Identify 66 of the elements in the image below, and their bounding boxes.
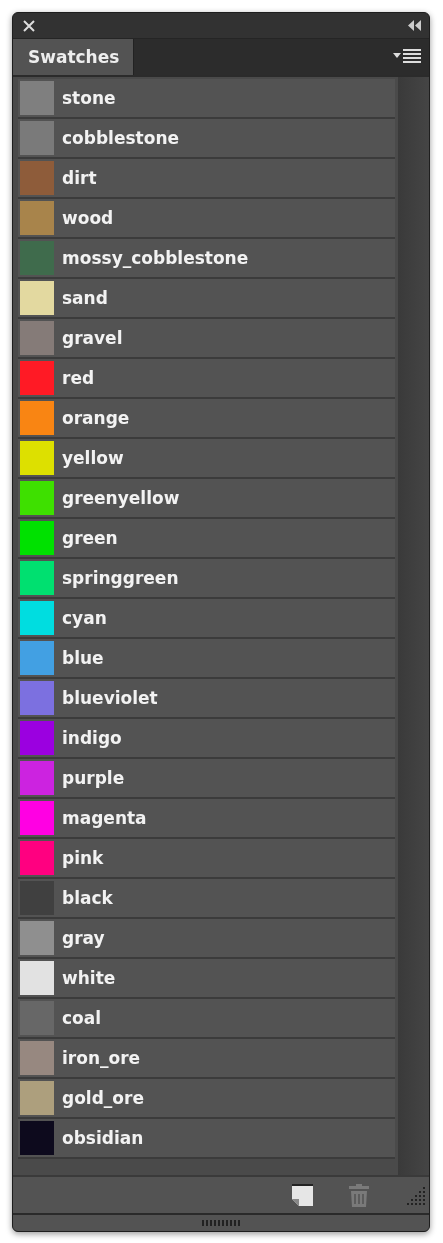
swatch-row[interactable]: coal — [18, 999, 395, 1039]
swatch-row[interactable]: red — [18, 359, 395, 399]
new-swatch-button[interactable] — [292, 1184, 313, 1206]
double-chevron-left-icon — [408, 20, 421, 31]
drag-handle-icon[interactable] — [202, 1220, 240, 1226]
swatch-row[interactable]: blueviolet — [18, 679, 395, 719]
swatch-row[interactable]: gray — [18, 919, 395, 959]
collapse-button[interactable] — [408, 20, 421, 31]
swatch-row[interactable]: orange — [18, 399, 395, 439]
swatch-row[interactable]: obsidian — [18, 1119, 395, 1159]
swatch-name: green — [62, 528, 118, 548]
swatch-name: gray — [62, 928, 105, 948]
swatch-row[interactable]: greenyellow — [18, 479, 395, 519]
swatch-name: wood — [62, 208, 114, 228]
swatch-name: dirt — [62, 168, 97, 188]
swatch-row[interactable]: pink — [18, 839, 395, 879]
swatch-name: orange — [62, 408, 130, 428]
swatch-name: red — [62, 368, 95, 388]
swatch-name: springgreen — [62, 568, 179, 588]
swatch-row[interactable]: mossy_cobblestone — [18, 239, 395, 279]
swatch-name: purple — [62, 768, 125, 788]
swatch-row[interactable]: magenta — [18, 799, 395, 839]
swatch-name: gold_ore — [62, 1088, 144, 1108]
resize-grip-icon[interactable] — [405, 1185, 425, 1205]
swatch-row[interactable]: cobblestone — [18, 119, 395, 159]
swatch-row[interactable]: green — [18, 519, 395, 559]
swatch-row[interactable]: indigo — [18, 719, 395, 759]
swatch-row[interactable]: yellow — [18, 439, 395, 479]
swatch-name: pink — [62, 848, 104, 868]
swatch-name: blue — [62, 648, 104, 668]
swatch-name: mossy_cobblestone — [62, 248, 249, 268]
swatch-name: black — [62, 888, 113, 908]
swatch-row[interactable]: purple — [18, 759, 395, 799]
swatch-name: iron_ore — [62, 1048, 141, 1068]
swatch-row[interactable]: stone — [18, 79, 395, 119]
swatch-name: stone — [62, 88, 116, 108]
swatch-row[interactable]: blue — [18, 639, 395, 679]
swatch-row[interactable]: black — [18, 879, 395, 919]
swatch-name: white — [62, 968, 116, 988]
menu-icon — [393, 49, 421, 65]
swatch-name: cyan — [62, 608, 107, 628]
swatch-row[interactable]: springgreen — [18, 559, 395, 599]
swatch-row[interactable]: iron_ore — [18, 1039, 395, 1079]
swatch-row[interactable]: wood — [18, 199, 395, 239]
swatches-tab[interactable]: Swatches — [13, 39, 135, 75]
close-icon — [23, 19, 35, 32]
swatch-name: cobblestone — [62, 128, 179, 148]
swatch-row[interactable]: gold_ore — [18, 1079, 395, 1119]
swatch-name: gravel — [62, 328, 123, 348]
swatch-name: greenyellow — [62, 488, 180, 508]
swatch-name: magenta — [62, 808, 147, 828]
swatch-row[interactable]: dirt — [18, 159, 395, 199]
swatch-row[interactable]: cyan — [18, 599, 395, 639]
swatch-name: sand — [62, 288, 108, 308]
swatch-name: coal — [62, 1008, 102, 1028]
new-page-icon — [292, 1184, 313, 1206]
delete-swatch-button[interactable] — [347, 1183, 371, 1207]
swatch-row[interactable]: gravel — [18, 319, 395, 359]
swatch-name: obsidian — [62, 1128, 144, 1148]
swatch-row[interactable]: sand — [18, 279, 395, 319]
swatch-name: yellow — [62, 448, 124, 468]
swatch-name: blueviolet — [62, 688, 158, 708]
trash-icon — [347, 1183, 371, 1207]
swatch-name: indigo — [62, 728, 122, 748]
close-button[interactable] — [23, 19, 35, 32]
swatch-row[interactable]: white — [18, 959, 395, 999]
